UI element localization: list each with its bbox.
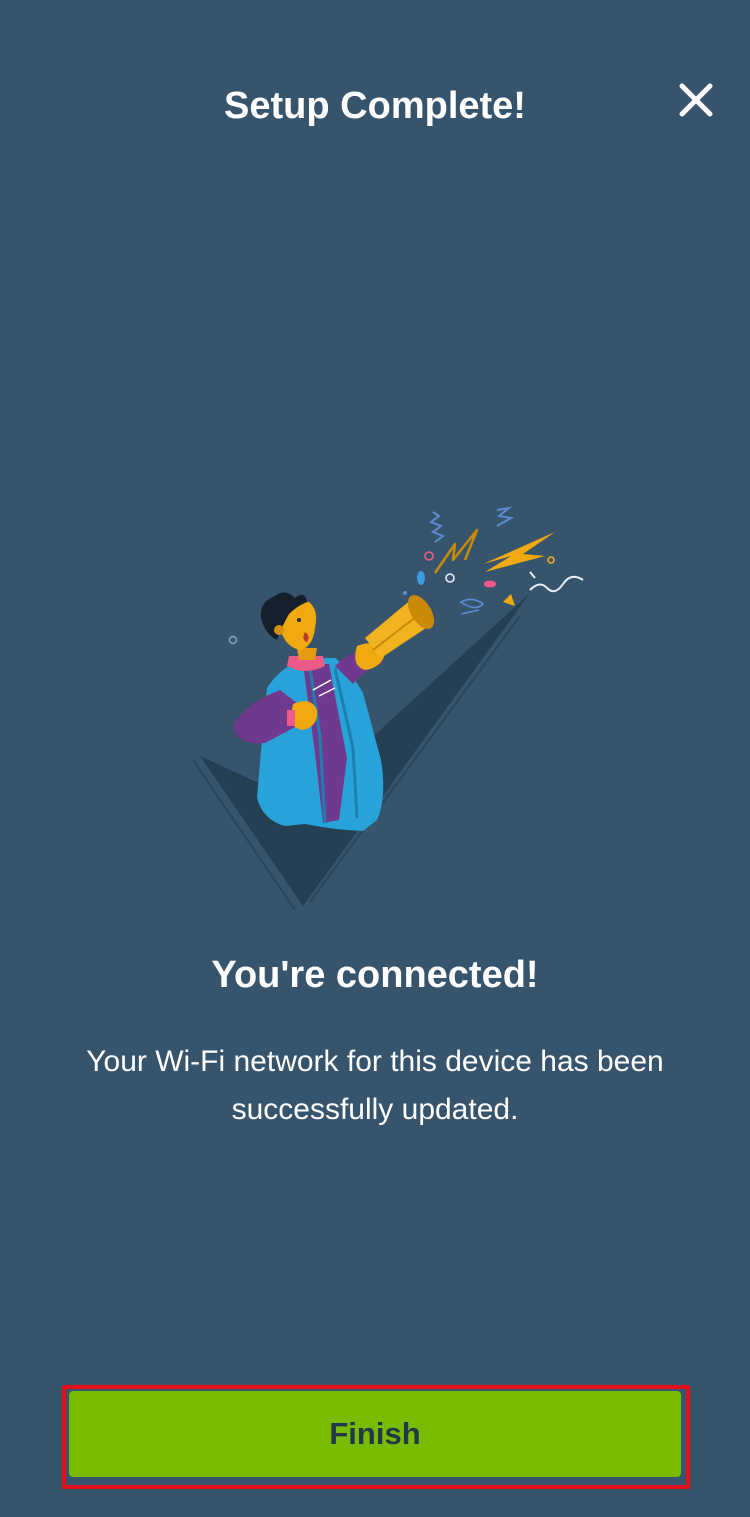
page-title: Setup Complete! (224, 85, 526, 127)
close-icon (679, 83, 713, 117)
lightning-bolt-icon (483, 532, 555, 572)
finish-button[interactable]: Finish (69, 1391, 681, 1477)
success-message: Your Wi-Fi network for this device has b… (86, 1045, 664, 1126)
connected-headline: You're connected! (211, 954, 539, 996)
celebration-illustration (192, 506, 584, 911)
close-button[interactable] (668, 72, 724, 128)
